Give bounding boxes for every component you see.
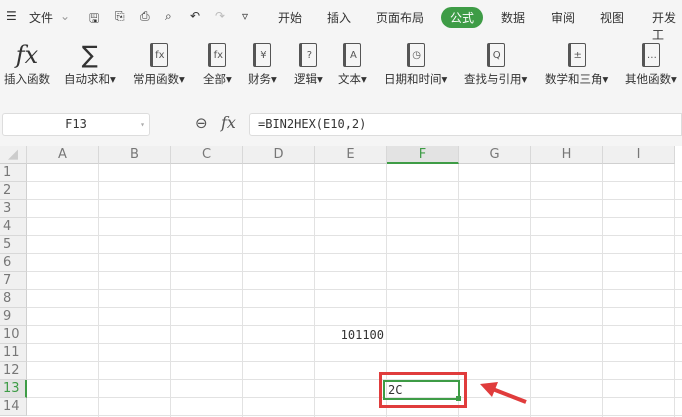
row-header-11[interactable]: 11 — [0, 344, 27, 362]
gridline — [27, 289, 682, 290]
tab-layout[interactable]: 页面布局 — [376, 9, 424, 26]
gridline — [27, 199, 682, 200]
label: 数学和三角▾ — [545, 72, 609, 86]
clock-icon: ◷ — [384, 39, 447, 71]
autosum-button[interactable]: ∑ 自动求和▾ — [64, 39, 116, 87]
zoom-icon[interactable]: ⊖ — [195, 114, 208, 132]
datetime-button[interactable]: ◷ 日期和时间▾ — [384, 39, 447, 87]
chevron-down-icon[interactable]: ⌄ — [60, 9, 70, 23]
name-box[interactable]: F13 ▾ — [2, 113, 150, 136]
label: 自动求和▾ — [64, 72, 116, 86]
cell-E10[interactable]: 101100 — [315, 326, 384, 344]
gridline — [27, 415, 682, 416]
other-functions-button[interactable]: … 其他函数▾ — [625, 39, 677, 87]
print-preview-icon[interactable]: ⌕ — [165, 9, 172, 24]
gridline — [27, 235, 682, 236]
search-book-icon: Q — [464, 39, 527, 71]
file-menu[interactable]: 文件 — [29, 9, 53, 26]
row-header-8[interactable]: 8 — [0, 290, 27, 308]
row-header-14[interactable]: 14 — [0, 398, 27, 416]
highlight-box — [379, 372, 467, 408]
menu-bar: ☰ 文件 ⌄ 🖫 ⎘ ⎙ ⌕ ↶ ↷ ▿ 开始 插入 页面布局 公式 数据 审阅… — [0, 0, 682, 42]
row-header-3[interactable]: 3 — [0, 200, 27, 218]
gridline — [27, 397, 682, 398]
fx-icon: fx — [15, 41, 39, 69]
row-header-1[interactable]: 1 — [0, 164, 27, 182]
label: 文本▾ — [338, 72, 367, 86]
label: 财务▾ — [248, 72, 277, 86]
label: 全部▾ — [203, 72, 232, 86]
plus-minus-icon: ± — [545, 39, 608, 71]
spreadsheet-grid[interactable]: ◢ A B C D E F G H I 1 2 3 4 5 6 7 8 9 10 11 12 13 14 101100 — [0, 146, 682, 417]
common-functions-button[interactable]: fx 常用函数▾ — [133, 39, 185, 87]
column-header-G[interactable]: G — [459, 146, 531, 164]
label: 插入函数 — [4, 72, 50, 86]
insert-function-button[interactable]: fx 插入函数 — [4, 39, 50, 87]
row-header-5[interactable]: 5 — [0, 236, 27, 254]
column-header-I[interactable]: I — [603, 146, 675, 164]
cell-reference: F13 — [65, 117, 87, 131]
gridline — [27, 181, 682, 182]
label: 其他函数▾ — [625, 72, 677, 86]
formula-input[interactable]: =BIN2HEX(E10,2) — [249, 113, 682, 136]
more-book-icon: … — [625, 39, 677, 71]
select-all-corner[interactable]: ◢ — [0, 146, 27, 164]
all-functions-button[interactable]: fx 全部▾ — [203, 39, 232, 87]
hamburger-icon[interactable]: ☰ — [6, 9, 17, 23]
column-header-E[interactable]: E — [315, 146, 387, 164]
label: 逻辑▾ — [294, 72, 323, 86]
function-book-icon: fx — [203, 39, 232, 71]
save-icon[interactable]: 🖫 — [89, 9, 99, 30]
lookup-button[interactable]: Q 查找与引用▾ — [464, 39, 527, 87]
gridline — [27, 217, 682, 218]
row-header-9[interactable]: 9 — [0, 308, 27, 326]
fx-icon[interactable]: fx — [221, 113, 236, 132]
question-icon: ? — [294, 39, 323, 71]
math-button[interactable]: ± 数学和三角▾ — [545, 39, 608, 87]
print-icon[interactable]: ⎙ — [140, 9, 150, 24]
column-header-C[interactable]: C — [171, 146, 243, 164]
column-header-H[interactable]: H — [531, 146, 603, 164]
column-header-F[interactable]: F — [387, 146, 459, 164]
tab-review[interactable]: 审阅 — [551, 9, 575, 26]
tab-insert[interactable]: 插入 — [327, 9, 351, 26]
gridline — [27, 253, 682, 254]
more-icon[interactable]: ▿ — [242, 9, 248, 23]
column-header-D[interactable]: D — [243, 146, 315, 164]
gridline — [27, 361, 682, 362]
tab-start[interactable]: 开始 — [278, 9, 302, 26]
logic-button[interactable]: ? 逻辑▾ — [294, 39, 323, 87]
row-header-7[interactable]: 7 — [0, 272, 27, 290]
row-header-10[interactable]: 10 — [0, 326, 27, 344]
label: 日期和时间▾ — [384, 72, 448, 86]
red-arrow-icon — [480, 382, 527, 404]
yen-icon: ¥ — [248, 39, 277, 71]
gridline — [27, 271, 682, 272]
export-icon[interactable]: ⎘ — [115, 9, 125, 24]
gridline — [27, 379, 682, 380]
gridline — [27, 307, 682, 308]
star-function-icon: fx — [133, 39, 185, 71]
ribbon: fx 插入函数 ∑ 自动求和▾ fx 常用函数▾ fx 全部▾ ¥ 财务▾ ? 逻辑▾ A文… — [0, 34, 682, 98]
sigma-icon: ∑ — [81, 41, 98, 69]
row-header-6[interactable]: 6 — [0, 254, 27, 272]
row-header-13[interactable]: 13 — [0, 380, 27, 398]
tab-formula[interactable]: 公式 — [441, 7, 484, 28]
finance-button[interactable]: ¥ 财务▾ — [248, 39, 277, 87]
tab-data[interactable]: 数据 — [501, 9, 525, 26]
formula-bar: F13 ▾ ⊖ fx =BIN2HEX(E10,2) — [0, 110, 682, 138]
undo-icon[interactable]: ↶ — [190, 9, 200, 23]
text-button[interactable]: A 文本▾ — [338, 39, 367, 87]
row-header-2[interactable]: 2 — [0, 182, 27, 200]
text-a-icon: A — [338, 39, 367, 71]
label: 查找与引用▾ — [464, 72, 528, 86]
column-header-B[interactable]: B — [99, 146, 171, 164]
tab-view[interactable]: 视图 — [600, 9, 624, 26]
label: 常用函数▾ — [133, 72, 185, 86]
row-header-12[interactable]: 12 — [0, 362, 27, 380]
redo-icon[interactable]: ↷ — [215, 9, 225, 23]
row-header-4[interactable]: 4 — [0, 218, 27, 236]
column-header-A[interactable]: A — [27, 146, 99, 164]
